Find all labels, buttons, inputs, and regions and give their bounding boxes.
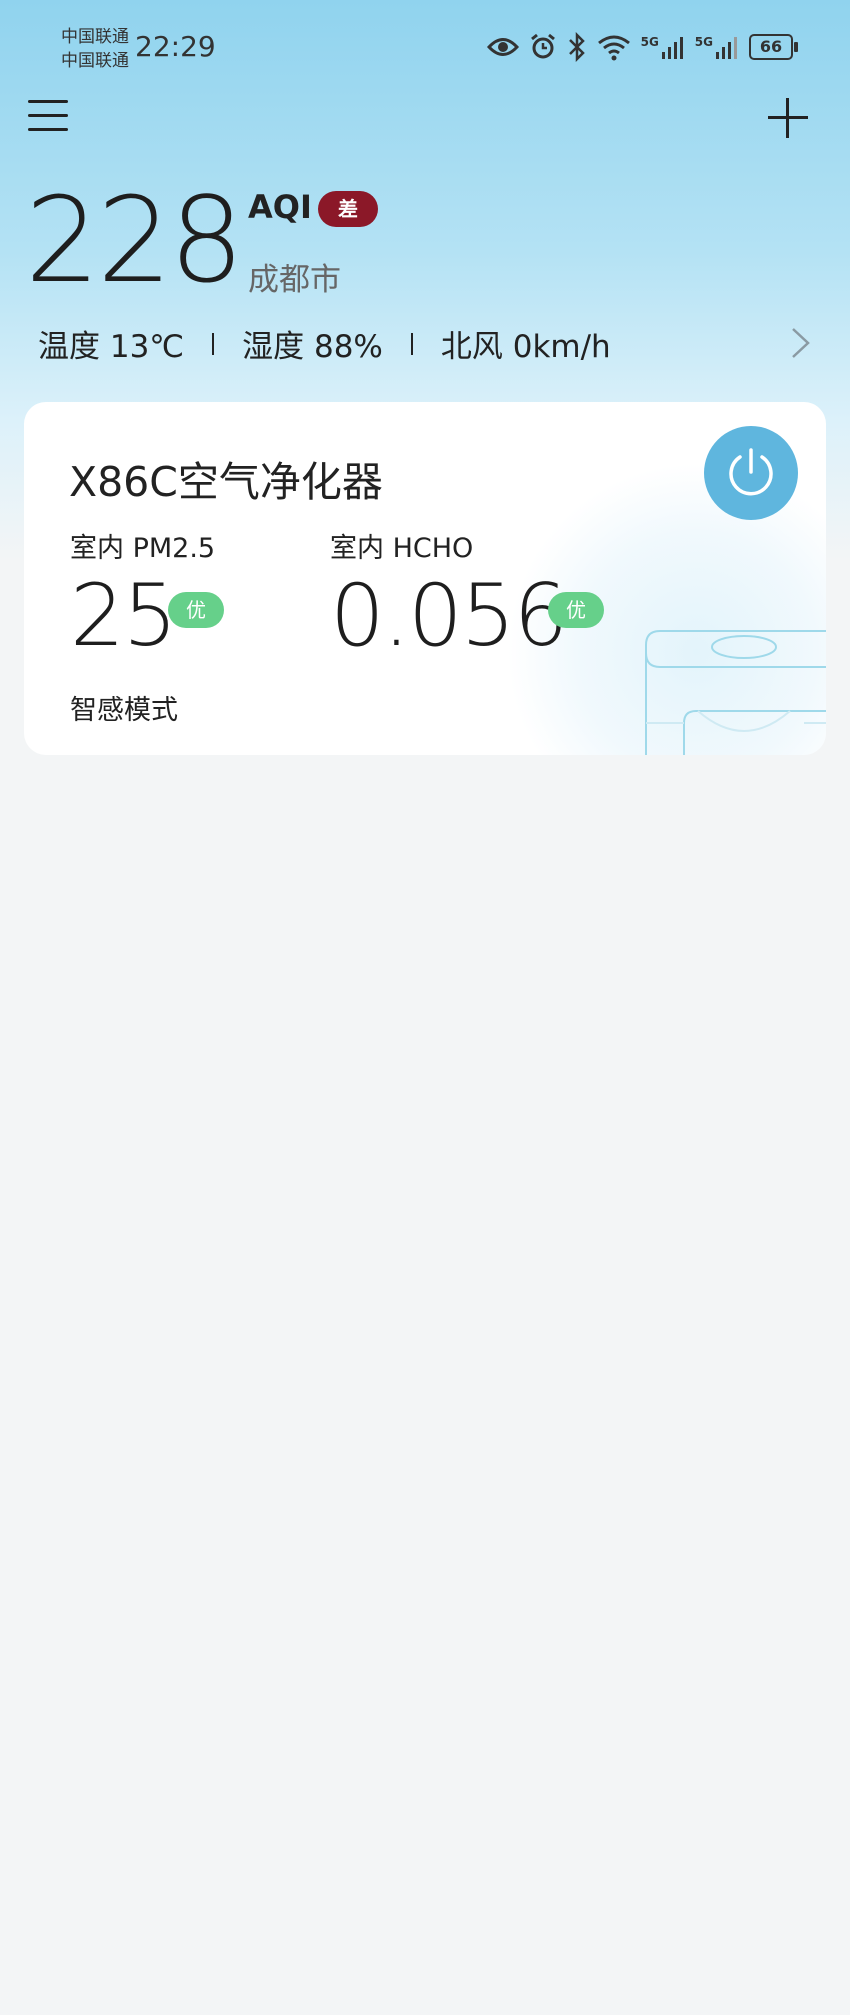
battery-icon: 66 bbox=[749, 34, 798, 60]
device-name: X86C空气净化器 bbox=[69, 458, 383, 506]
carrier-2: 中国联通 bbox=[61, 51, 129, 71]
power-icon bbox=[729, 448, 773, 496]
eye-icon bbox=[486, 38, 519, 56]
city-name[interactable]: 成都市 bbox=[248, 254, 341, 299]
pm25-value: 25 bbox=[70, 566, 177, 666]
status-icons: 5G 5G 66 bbox=[486, 32, 798, 62]
chevron-right-icon[interactable] bbox=[790, 326, 812, 360]
divider bbox=[410, 332, 413, 355]
power-button[interactable] bbox=[704, 426, 798, 520]
menu-icon[interactable] bbox=[28, 100, 68, 136]
hcho-level-badge: 优 bbox=[548, 592, 604, 628]
carrier-1: 中国联通 bbox=[61, 27, 129, 47]
humidity: 湿度 88% bbox=[242, 329, 383, 365]
status-bar: 中国联通 中国联通 22:29 5G 5G 66 bbox=[0, 0, 850, 100]
hcho-value: 0.056 bbox=[330, 566, 568, 666]
bluetooth-icon bbox=[568, 32, 585, 62]
signal-bars-icon bbox=[661, 37, 683, 59]
weather-row[interactable]: 温度 13℃ 湿度 88% 北风 0km/h bbox=[38, 321, 611, 366]
hcho-label: 室内 HCHO bbox=[330, 533, 474, 564]
pm25-label: 室内 PM2.5 bbox=[70, 533, 216, 564]
divider bbox=[212, 332, 215, 355]
wind: 北风 0km/h bbox=[440, 329, 611, 365]
temperature: 温度 13℃ bbox=[38, 329, 185, 365]
alarm-icon bbox=[530, 33, 555, 59]
signal-2-label: 5G bbox=[694, 35, 713, 49]
aqi-level-badge: 差 bbox=[318, 191, 378, 227]
signal-1-label: 5G bbox=[640, 35, 659, 49]
signal-2: 5G bbox=[695, 35, 739, 59]
plus-icon[interactable] bbox=[768, 98, 808, 138]
air-purifier-illustration bbox=[645, 630, 826, 755]
aqi-value: 228 bbox=[25, 171, 244, 309]
signal-1: 5G bbox=[641, 35, 685, 59]
status-time: 22:29 bbox=[135, 30, 216, 63]
signal-bars-icon bbox=[716, 37, 737, 59]
device-card[interactable]: X86C空气净化器 室内 PM2.5 25 优 室内 HCHO 0.056 优 … bbox=[24, 402, 826, 755]
wifi-icon bbox=[597, 35, 630, 61]
mode-label: 智感模式 bbox=[70, 695, 178, 726]
pm25-level-badge: 优 bbox=[168, 592, 224, 628]
aqi-label: AQI bbox=[248, 188, 312, 226]
